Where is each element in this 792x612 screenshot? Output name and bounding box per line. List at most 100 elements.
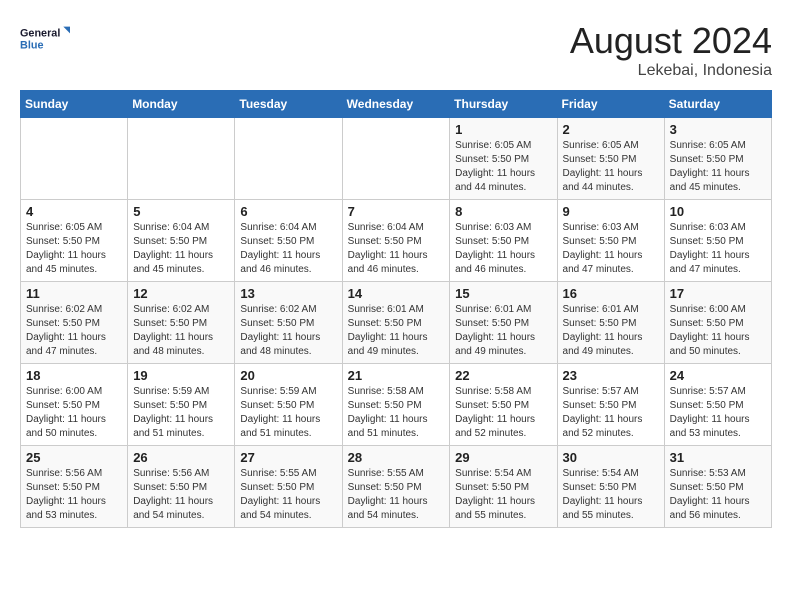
calendar-cell xyxy=(235,118,342,200)
day-number: 14 xyxy=(348,286,445,301)
day-number: 26 xyxy=(133,450,229,465)
calendar-cell: 18Sunrise: 6:00 AM Sunset: 5:50 PM Dayli… xyxy=(21,364,128,446)
calendar-week-1: 1 Sunrise: 6:05 AM Sunset: 5:50 PM Daylig… xyxy=(21,118,772,200)
day-info: Sunrise: 5:59 AM Sunset: 5:50 PM Dayligh… xyxy=(133,385,229,441)
calendar-cell xyxy=(128,118,235,200)
day-info: Sunrise: 6:01 AM Sunset: 5:50 PM Dayligh… xyxy=(455,303,551,359)
day-number: 6 xyxy=(240,204,336,219)
day-number: 29 xyxy=(455,450,551,465)
calendar-cell: 22 Sunrise: 5:58 AM Sunset: 5:50 PM Dayli… xyxy=(450,364,557,446)
day-number: 7 xyxy=(348,204,445,219)
day-info: Sunrise: 6:04 AM Sunset: 5:50 PM Dayligh… xyxy=(133,221,229,277)
day-number: 20 xyxy=(240,368,336,383)
day-number: 23 xyxy=(563,368,659,383)
calendar-cell: 29Sunrise: 5:54 AM Sunset: 5:50 PM Dayli… xyxy=(450,446,557,528)
day-number: 8 xyxy=(455,204,551,219)
day-info: Sunrise: 5:56 AM Sunset: 5:50 PM Dayligh… xyxy=(133,467,229,523)
calendar-cell: 26 Sunrise: 5:56 AM Sunset: 5:50 PM Dayli… xyxy=(128,446,235,528)
calendar-cell: 31 Sunrise: 5:53 AM Sunset: 5:50 PM Dayli… xyxy=(664,446,771,528)
calendar-cell: 30Sunrise: 5:54 AM Sunset: 5:50 PM Dayli… xyxy=(557,446,664,528)
day-number: 1 xyxy=(455,122,551,137)
weekday-header-sunday: Sunday xyxy=(21,91,128,118)
day-number: 22 xyxy=(455,368,551,383)
calendar-cell: 16 Sunrise: 6:01 AM Sunset: 5:50 PM Dayli… xyxy=(557,282,664,364)
svg-text:General: General xyxy=(20,28,60,40)
calendar-week-3: 11 Sunrise: 6:02 AM Sunset: 5:50 PM Dayli… xyxy=(21,282,772,364)
day-info: Sunrise: 5:58 AM Sunset: 5:50 PM Dayligh… xyxy=(348,385,445,441)
calendar-cell: 27 Sunrise: 5:55 AM Sunset: 5:50 PM Dayli… xyxy=(235,446,342,528)
calendar-cell: 19Sunrise: 5:59 AM Sunset: 5:50 PM Dayli… xyxy=(128,364,235,446)
weekday-header-thursday: Thursday xyxy=(450,91,557,118)
day-number: 2 xyxy=(563,122,659,137)
calendar-cell: 3 Sunrise: 6:05 AM Sunset: 5:50 PM Daylig… xyxy=(664,118,771,200)
day-number: 21 xyxy=(348,368,445,383)
calendar-cell: 2 Sunrise: 6:05 AM Sunset: 5:50 PM Daylig… xyxy=(557,118,664,200)
day-info: Sunrise: 5:59 AM Sunset: 5:50 PM Dayligh… xyxy=(240,385,336,441)
day-info: Sunrise: 6:05 AM Sunset: 5:50 PM Dayligh… xyxy=(670,139,766,195)
day-info: Sunrise: 5:58 AM Sunset: 5:50 PM Dayligh… xyxy=(455,385,551,441)
calendar-table: SundayMondayTuesdayWednesdayThursdayFrid… xyxy=(20,90,772,528)
day-info: Sunrise: 6:02 AM Sunset: 5:50 PM Dayligh… xyxy=(133,303,229,359)
day-info: Sunrise: 6:02 AM Sunset: 5:50 PM Dayligh… xyxy=(26,303,122,359)
calendar-cell: 4 Sunrise: 6:05 AM Sunset: 5:50 PM Daylig… xyxy=(21,200,128,282)
calendar-cell: 15Sunrise: 6:01 AM Sunset: 5:50 PM Dayli… xyxy=(450,282,557,364)
day-number: 16 xyxy=(563,286,659,301)
day-info: Sunrise: 5:53 AM Sunset: 5:50 PM Dayligh… xyxy=(670,467,766,523)
day-number: 5 xyxy=(133,204,229,219)
calendar-cell: 8Sunrise: 6:03 AM Sunset: 5:50 PM Daylig… xyxy=(450,200,557,282)
day-number: 11 xyxy=(26,286,122,301)
day-info: Sunrise: 6:03 AM Sunset: 5:50 PM Dayligh… xyxy=(563,221,659,277)
calendar-cell: 13 Sunrise: 6:02 AM Sunset: 5:50 PM Dayli… xyxy=(235,282,342,364)
day-number: 18 xyxy=(26,368,122,383)
day-info: Sunrise: 5:55 AM Sunset: 5:50 PM Dayligh… xyxy=(348,467,445,523)
day-info: Sunrise: 6:03 AM Sunset: 5:50 PM Dayligh… xyxy=(670,221,766,277)
day-info: Sunrise: 6:00 AM Sunset: 5:50 PM Dayligh… xyxy=(670,303,766,359)
calendar-cell: 21 Sunrise: 5:58 AM Sunset: 5:50 PM Dayli… xyxy=(342,364,450,446)
day-info: Sunrise: 5:57 AM Sunset: 5:50 PM Dayligh… xyxy=(670,385,766,441)
day-number: 27 xyxy=(240,450,336,465)
day-number: 3 xyxy=(670,122,766,137)
weekday-header-saturday: Saturday xyxy=(664,91,771,118)
day-number: 4 xyxy=(26,204,122,219)
calendar-cell: 6Sunrise: 6:04 AM Sunset: 5:50 PM Daylig… xyxy=(235,200,342,282)
svg-text:Blue: Blue xyxy=(20,39,43,51)
day-info: Sunrise: 6:05 AM Sunset: 5:50 PM Dayligh… xyxy=(26,221,122,277)
calendar-cell: 1 Sunrise: 6:05 AM Sunset: 5:50 PM Daylig… xyxy=(450,118,557,200)
day-info: Sunrise: 6:01 AM Sunset: 5:50 PM Dayligh… xyxy=(563,303,659,359)
day-number: 17 xyxy=(670,286,766,301)
calendar-cell: 20 Sunrise: 5:59 AM Sunset: 5:50 PM Dayli… xyxy=(235,364,342,446)
day-info: Sunrise: 5:57 AM Sunset: 5:50 PM Dayligh… xyxy=(563,385,659,441)
day-info: Sunrise: 5:56 AM Sunset: 5:50 PM Dayligh… xyxy=(26,467,122,523)
calendar-cell: 12 Sunrise: 6:02 AM Sunset: 5:50 PM Dayli… xyxy=(128,282,235,364)
day-number: 10 xyxy=(670,204,766,219)
day-info: Sunrise: 6:05 AM Sunset: 5:50 PM Dayligh… xyxy=(563,139,659,195)
day-number: 13 xyxy=(240,286,336,301)
calendar-cell: 24 Sunrise: 5:57 AM Sunset: 5:50 PM Dayli… xyxy=(664,364,771,446)
calendar-cell: 9Sunrise: 6:03 AM Sunset: 5:50 PM Daylig… xyxy=(557,200,664,282)
location-subtitle: Lekebai, Indonesia xyxy=(570,62,772,80)
day-info: Sunrise: 6:04 AM Sunset: 5:50 PM Dayligh… xyxy=(348,221,445,277)
title-block: August 2024 Lekebai, Indonesia xyxy=(570,20,772,80)
day-number: 30 xyxy=(563,450,659,465)
day-info: Sunrise: 6:02 AM Sunset: 5:50 PM Dayligh… xyxy=(240,303,336,359)
calendar-cell: 7 Sunrise: 6:04 AM Sunset: 5:50 PM Daylig… xyxy=(342,200,450,282)
calendar-cell: 5 Sunrise: 6:04 AM Sunset: 5:50 PM Daylig… xyxy=(128,200,235,282)
calendar-week-2: 4 Sunrise: 6:05 AM Sunset: 5:50 PM Daylig… xyxy=(21,200,772,282)
logo-svg: General Blue xyxy=(20,20,70,60)
calendar-cell: 25 Sunrise: 5:56 AM Sunset: 5:50 PM Dayli… xyxy=(21,446,128,528)
month-title: August 2024 xyxy=(570,20,772,62)
calendar-cell: 17 Sunrise: 6:00 AM Sunset: 5:50 PM Dayli… xyxy=(664,282,771,364)
calendar-cell xyxy=(21,118,128,200)
weekday-header-tuesday: Tuesday xyxy=(235,91,342,118)
calendar-cell: 10 Sunrise: 6:03 AM Sunset: 5:50 PM Dayli… xyxy=(664,200,771,282)
weekday-header-friday: Friday xyxy=(557,91,664,118)
day-number: 25 xyxy=(26,450,122,465)
day-number: 28 xyxy=(348,450,445,465)
day-number: 24 xyxy=(670,368,766,383)
day-info: Sunrise: 5:55 AM Sunset: 5:50 PM Dayligh… xyxy=(240,467,336,523)
day-number: 12 xyxy=(133,286,229,301)
day-number: 31 xyxy=(670,450,766,465)
calendar-week-5: 25 Sunrise: 5:56 AM Sunset: 5:50 PM Dayli… xyxy=(21,446,772,528)
calendar-cell: 23 Sunrise: 5:57 AM Sunset: 5:50 PM Dayli… xyxy=(557,364,664,446)
day-info: Sunrise: 6:05 AM Sunset: 5:50 PM Dayligh… xyxy=(455,139,551,195)
